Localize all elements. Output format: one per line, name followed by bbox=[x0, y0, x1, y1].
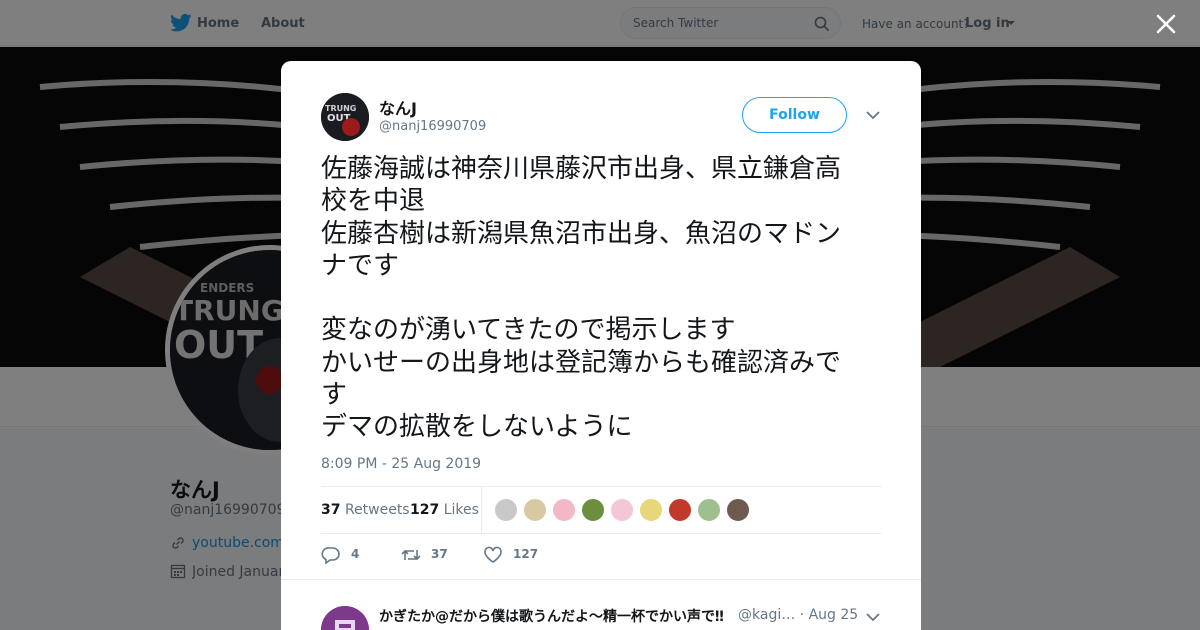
reply-avatar-art bbox=[321, 606, 369, 630]
tweet-text-line: 佐藤杏樹は新潟県魚沼市出身、魚沼のマドン bbox=[321, 218, 842, 249]
tweet-text-line: 校を中退 bbox=[321, 186, 426, 217]
liker-avatar[interactable] bbox=[726, 498, 750, 522]
retweets-label: Retweets bbox=[344, 502, 410, 518]
svg-text:TRUNG: TRUNG bbox=[325, 104, 356, 113]
follow-button[interactable]: Follow bbox=[742, 97, 847, 133]
liker-avatar[interactable] bbox=[668, 498, 692, 522]
tweet-text-line: 変なのが湧いてきたので掲示します bbox=[321, 315, 736, 346]
tweet-stats: 37 Retweets 127 Likes bbox=[321, 486, 881, 534]
author-name[interactable]: なんJ bbox=[379, 95, 417, 119]
likes-stat[interactable]: 127 Likes bbox=[410, 502, 479, 518]
retweet-count: 37 bbox=[431, 547, 448, 561]
tweet-modal: TRUNG OUT なんJ @nanj16990709 Follow 佐藤海誠は… bbox=[281, 61, 921, 630]
retweet-action[interactable]: 37 bbox=[401, 545, 471, 565]
like-action[interactable]: 127 bbox=[483, 545, 563, 565]
liker-avatar[interactable] bbox=[697, 498, 721, 522]
tweet-text-line: 佐藤海誠は神奈川県藤沢市出身、県立鎌倉高 bbox=[321, 154, 842, 184]
liker-avatar[interactable] bbox=[552, 498, 576, 522]
liker-avatar[interactable] bbox=[610, 498, 634, 522]
tweet-text-line: かいせーの出身地は登記簿からも確認済みで bbox=[321, 347, 842, 378]
heart-icon bbox=[484, 546, 502, 563]
author-avatar-art: TRUNG OUT bbox=[321, 93, 369, 141]
author-avatar[interactable]: TRUNG OUT bbox=[321, 93, 369, 141]
like-count: 127 bbox=[513, 547, 539, 561]
chevron-down-icon[interactable] bbox=[865, 109, 881, 121]
reply-author-meta[interactable]: @kagi… · Aug 25 bbox=[738, 607, 858, 623]
retweets-count: 37 bbox=[321, 502, 341, 518]
reply-icon bbox=[321, 547, 340, 564]
close-icon[interactable] bbox=[1155, 13, 1177, 35]
tweet-text-line bbox=[321, 282, 883, 314]
retweets-stat[interactable]: 37 Retweets bbox=[321, 502, 410, 518]
liker-avatar[interactable] bbox=[639, 498, 663, 522]
tweet-actions: 4 37 127 bbox=[321, 545, 881, 565]
reply-author-name[interactable]: かぎたか@だから僕は歌うんだよ〜精一杯でかい声で‼ bbox=[379, 606, 724, 626]
tweet-text-line: ナです bbox=[321, 250, 400, 281]
tweet-text: 佐藤海誠は神奈川県藤沢市出身、県立鎌倉高 校を中退 佐藤杏樹は新潟県魚沼市出身、… bbox=[321, 153, 883, 444]
likes-count: 127 bbox=[410, 502, 440, 518]
likes-label: Likes bbox=[443, 502, 479, 518]
author-handle[interactable]: @nanj16990709 bbox=[379, 119, 486, 134]
liker-avatar[interactable] bbox=[494, 498, 518, 522]
reply-count: 4 bbox=[351, 547, 360, 561]
retweet-icon bbox=[401, 549, 421, 561]
stats-divider bbox=[481, 487, 482, 533]
reply-action[interactable]: 4 bbox=[321, 545, 381, 565]
liker-avatar[interactable] bbox=[581, 498, 605, 522]
chevron-down-icon[interactable] bbox=[865, 611, 881, 623]
tweet-text-line: デマの拡散をしないように bbox=[321, 412, 633, 443]
reply-author-avatar[interactable] bbox=[321, 606, 369, 630]
liker-avatar[interactable] bbox=[523, 498, 547, 522]
reply-tweet[interactable]: かぎたか@だから僕は歌うんだよ〜精一杯でかい声で‼ @kagi… · Aug 2… bbox=[281, 579, 921, 630]
tweet-text-line: す bbox=[321, 380, 348, 411]
tweet-timestamp[interactable]: 8:09 PM - 25 Aug 2019 bbox=[321, 456, 481, 472]
